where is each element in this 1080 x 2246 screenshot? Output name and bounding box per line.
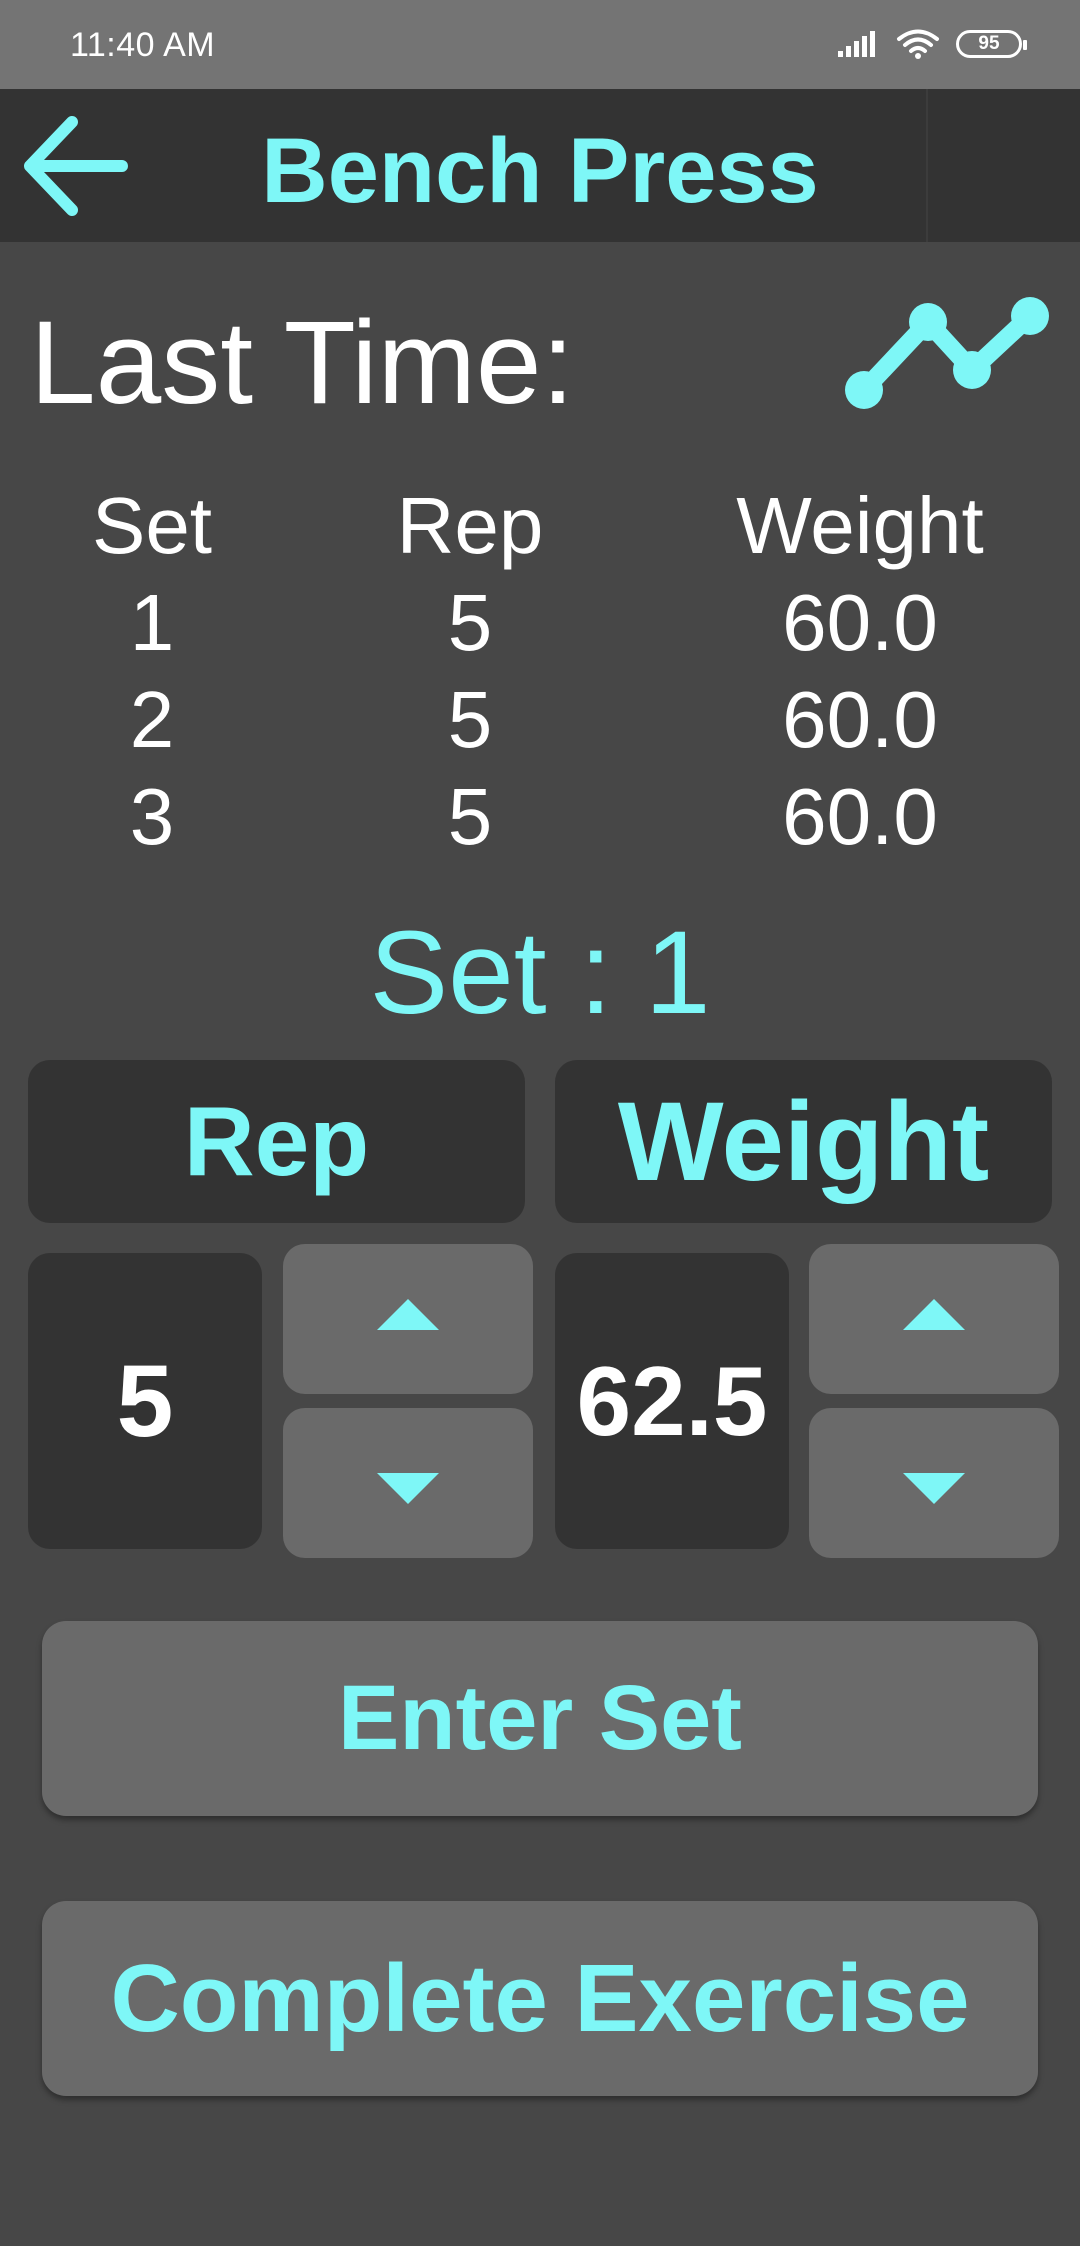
set-cell: 3 <box>129 772 175 861</box>
status-bar: 11:40 AM 95 <box>0 0 1080 89</box>
battery-icon: 95 <box>956 30 1027 58</box>
set-cell: 2 <box>129 675 175 764</box>
triangle-down-icon <box>377 1473 439 1504</box>
column-header-set: Set <box>91 481 213 570</box>
rep-cell: 5 <box>447 675 493 764</box>
last-time-table: Set Rep Weight 1 5 60.0 2 5 60.0 3 5 60.… <box>0 478 1080 866</box>
last-time-label: Last Time: <box>30 297 575 429</box>
line-chart-icon <box>845 297 1049 409</box>
weight-header: Weight <box>555 1060 1052 1223</box>
app-bar: Bench Press <box>0 89 1080 242</box>
weight-cell: 60.0 <box>782 578 938 667</box>
triangle-down-icon <box>903 1473 965 1504</box>
table-row: 3 5 60.0 <box>0 769 1080 866</box>
enter-set-button[interactable]: Enter Set <box>42 1621 1038 1816</box>
column-header-weight: Weight <box>736 481 984 570</box>
weight-increment-button[interactable] <box>809 1244 1059 1394</box>
table-row: 1 5 60.0 <box>0 575 1080 672</box>
weight-decrement-button[interactable] <box>809 1408 1059 1558</box>
table-header-row: Set Rep Weight <box>0 478 1080 575</box>
triangle-up-icon <box>903 1299 965 1330</box>
status-icons: 95 <box>836 28 1027 60</box>
set-cell: 1 <box>129 578 175 667</box>
rep-cell: 5 <box>447 578 493 667</box>
weight-cell: 60.0 <box>782 772 938 861</box>
rep-cell: 5 <box>447 772 493 861</box>
rep-header: Rep <box>28 1060 525 1223</box>
triangle-up-icon <box>377 1299 439 1330</box>
rep-value-field[interactable]: 5 <box>28 1253 262 1549</box>
weight-cell: 60.0 <box>782 675 938 764</box>
weight-value-field[interactable]: 62.5 <box>555 1253 789 1549</box>
current-set-label: Set : 1 <box>369 907 711 1039</box>
table-row: 2 5 60.0 <box>0 672 1080 769</box>
rep-increment-button[interactable] <box>283 1244 533 1394</box>
complete-exercise-button[interactable]: Complete Exercise <box>42 1901 1038 2096</box>
page-title: Bench Press <box>261 120 819 222</box>
wifi-icon <box>897 29 939 59</box>
rep-decrement-button[interactable] <box>283 1408 533 1558</box>
stats-button[interactable] <box>838 290 1054 420</box>
battery-level: 95 <box>978 33 1000 54</box>
signal-icon <box>838 31 875 57</box>
status-time: 11:40 AM <box>70 26 216 64</box>
column-header-rep: Rep <box>396 481 544 570</box>
